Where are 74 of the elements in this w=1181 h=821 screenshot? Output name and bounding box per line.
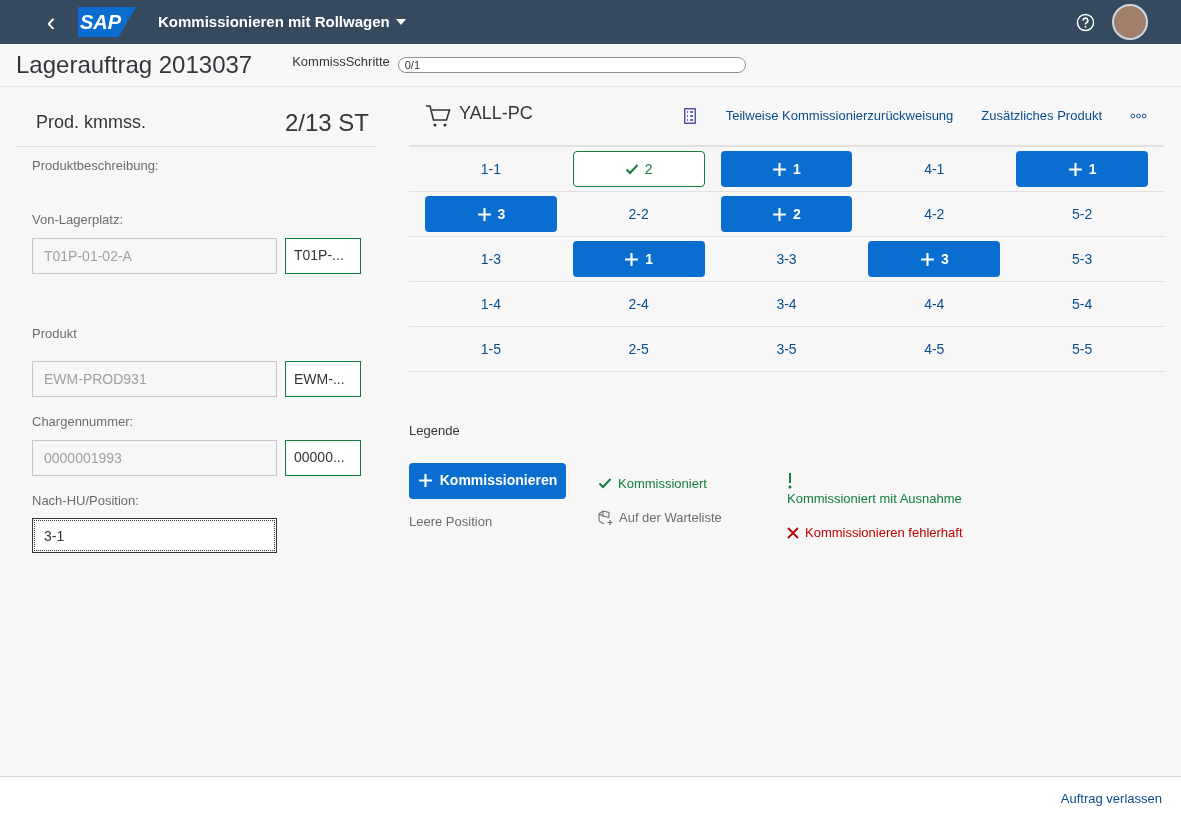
position-link[interactable]: 3-3: [776, 248, 797, 270]
position-link[interactable]: 2-2: [628, 203, 649, 225]
legend-text: Kommissionieren fehlerhaft: [805, 524, 963, 542]
position-link[interactable]: 1-5: [480, 338, 501, 360]
position-link[interactable]: 2-4: [628, 293, 649, 315]
input-field[interactable]: 0000001993: [32, 439, 277, 476]
field-label: Von-Lagerplatz:: [32, 211, 125, 229]
legend-pick-button[interactable]: Kommissionieren: [409, 462, 566, 499]
leave-order-button[interactable]: Auftrag verlassen: [1060, 789, 1162, 809]
input-field[interactable]: T01P-01-02-A: [32, 237, 277, 274]
legend-text: Kommissioniert mit Ausnahme: [787, 489, 963, 508]
quantity-text: 2/13 ST: [284, 107, 369, 138]
position-link[interactable]: 3-4: [776, 293, 797, 315]
value-button[interactable]: EWM-...: [285, 361, 361, 397]
pick-button[interactable]: 3: [425, 196, 557, 232]
plus-icon: [624, 251, 640, 267]
plus-icon: [417, 473, 433, 488]
position-link[interactable]: 3-5: [776, 338, 797, 360]
progress-label: KommissSchritte: [292, 53, 390, 72]
position-link[interactable]: 4-5: [924, 338, 945, 360]
position-link[interactable]: 5-2: [1071, 203, 1093, 225]
pick-button[interactable]: 2: [720, 196, 853, 232]
position-link[interactable]: 4-2: [924, 203, 945, 225]
dropdown-caret-icon: [395, 19, 406, 25]
position-link[interactable]: 1-4: [480, 293, 501, 315]
plus-icon: [772, 206, 788, 222]
legend-text: Leere Position: [409, 512, 494, 531]
cart-icon: [425, 104, 451, 128]
position-link[interactable]: 4-4: [924, 293, 945, 315]
position-link[interactable]: 4-1: [924, 158, 945, 180]
pick-button[interactable]: 1: [720, 151, 853, 187]
list-icon[interactable]: [683, 108, 696, 124]
value-button[interactable]: 00000...: [285, 439, 361, 476]
field-label: Chargennummer:: [32, 413, 135, 431]
toolbar-link[interactable]: Zusätzliches Produkt: [981, 106, 1102, 126]
sap-logo: SAP: [78, 7, 136, 37]
field-label: Produkt: [32, 324, 78, 343]
plus-icon: [919, 251, 935, 267]
error-icon: [787, 526, 799, 539]
legend-text: Auf der Warteliste: [619, 509, 722, 527]
app-title-menu[interactable]: Kommissionieren mit Rollwagen: [158, 10, 406, 34]
check-icon: [624, 162, 639, 176]
position-link[interactable]: 2-5: [628, 338, 649, 360]
value-button[interactable]: T01P-...: [285, 237, 361, 274]
position-link[interactable]: 5-3: [1071, 248, 1093, 270]
pick-button[interactable]: 1: [572, 241, 705, 277]
more-icon[interactable]: [1130, 113, 1147, 119]
field-label: Nach-HU/Position:: [32, 491, 140, 510]
legend-text: Kommissioniert: [618, 474, 707, 493]
position-link[interactable]: 1-1: [480, 158, 501, 180]
field-label: Produktbeschreibung:: [32, 157, 160, 175]
check-icon: [598, 476, 612, 491]
plus-icon: [476, 206, 492, 222]
pick-button[interactable]: 1: [1016, 151, 1148, 187]
cube-plus-icon: [598, 509, 614, 526]
pick-button[interactable]: 3: [868, 241, 1001, 277]
position-link[interactable]: 5-4: [1071, 293, 1093, 315]
position-input-field[interactable]: 3-1: [32, 518, 277, 553]
page-title: Lagerauftrag 2013037: [16, 50, 253, 80]
position-link[interactable]: 1-3: [480, 248, 501, 270]
section-title: Prod. kmmss.: [36, 111, 146, 134]
help-icon[interactable]: [1076, 12, 1095, 32]
cart-name: YALL-PC: [459, 101, 533, 125]
legend-title: Legende: [409, 422, 461, 440]
exclamation-icon: [788, 472, 792, 489]
progress-value: 0/1: [404, 58, 421, 72]
picked-button[interactable]: 2: [572, 151, 705, 187]
input-field[interactable]: EWM-PROD931: [32, 361, 277, 397]
position-link[interactable]: 5-5: [1071, 338, 1093, 360]
toolbar-link[interactable]: Teilweise Kommissionierzurückweisung: [725, 106, 954, 126]
back-button[interactable]: ‹: [40, 7, 62, 37]
user-avatar[interactable]: [1112, 4, 1148, 40]
plus-icon: [1067, 161, 1083, 177]
plus-icon: [772, 161, 788, 177]
